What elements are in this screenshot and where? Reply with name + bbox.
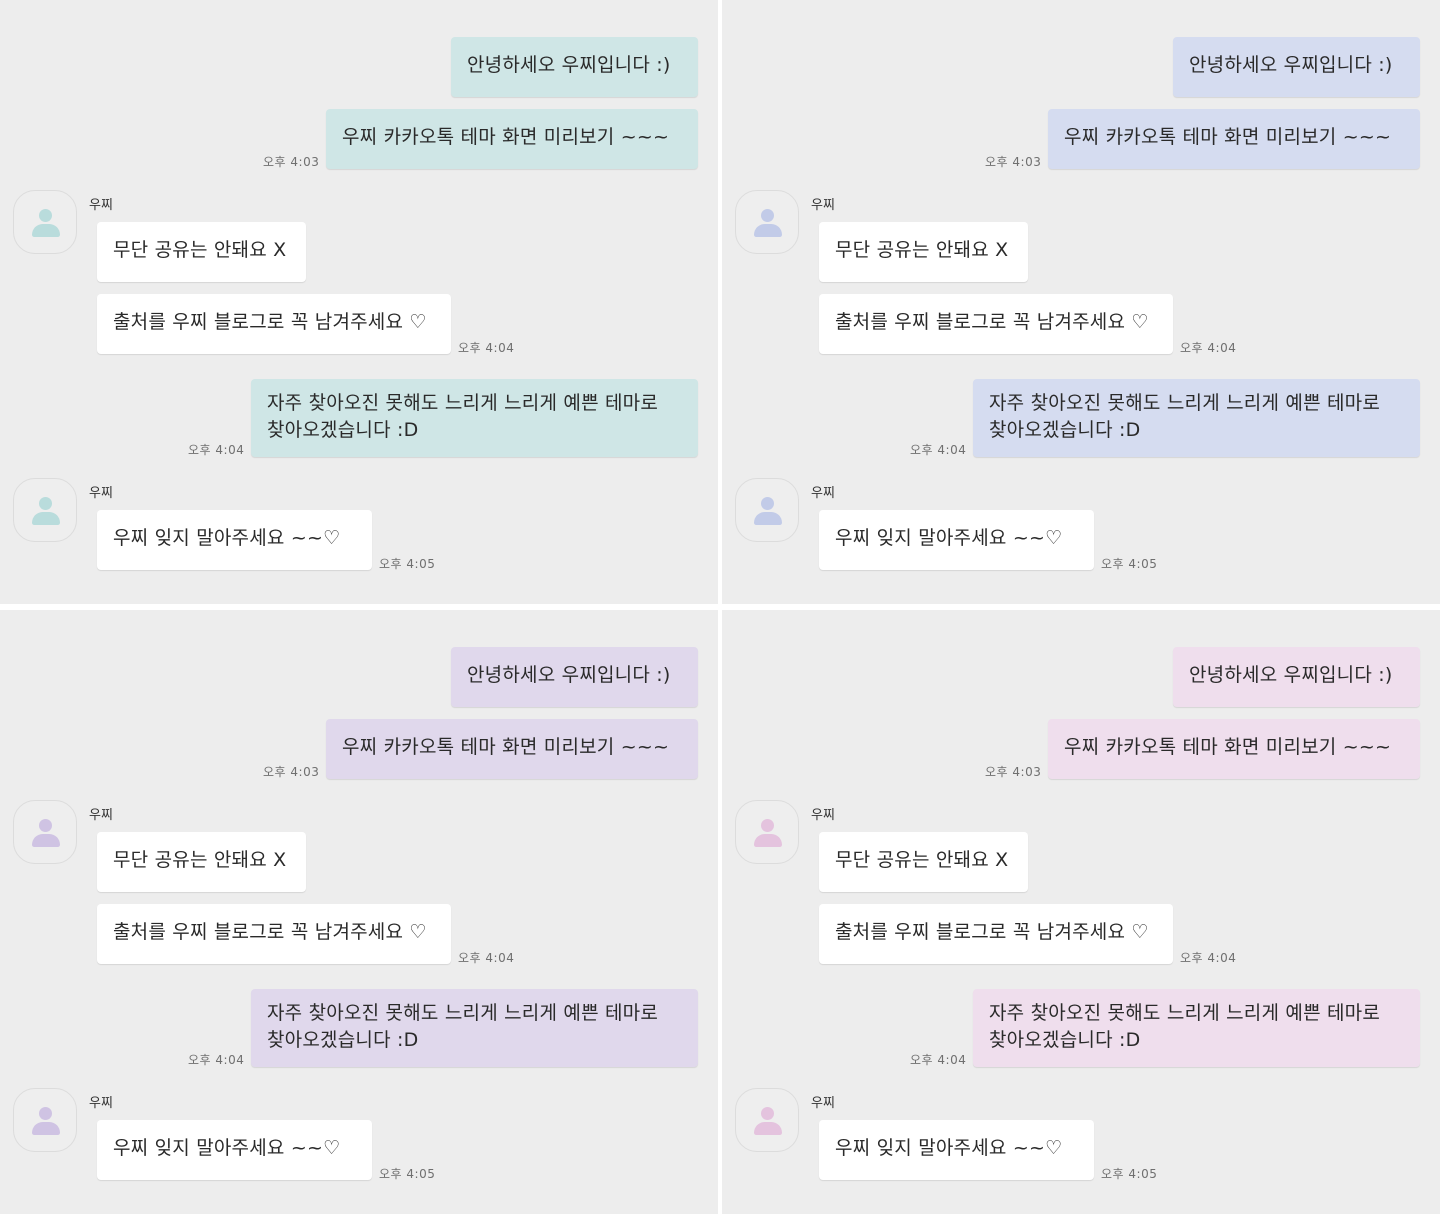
message-line: 자주 찾아오진 못해도 느리게 느리게 예쁜 테마로 [989, 1002, 1381, 1024]
person-body-icon [32, 1122, 60, 1135]
chat-preview-panel-periwinkle: 안녕하세오 우찌입니다 :) 우찌 카카오톡 테마 화면 미리보기 ~~~ 오후… [722, 0, 1440, 604]
person-body-icon [32, 834, 60, 847]
incoming-message[interactable]: 출처를 우찌 블로그로 꼭 남겨주세요 ♡ [819, 904, 1173, 964]
person-body-icon [32, 224, 60, 237]
message-line: 자주 찾아오진 못해도 느리게 느리게 예쁜 테마로 [267, 1002, 659, 1024]
theme-preview-grid: 안녕하세오 우찌입니다 :) 우찌 카카오톡 테마 화면 미리보기 ~~~ 오후… [0, 0, 1440, 1222]
sender-name: 우찌 [89, 1096, 113, 1111]
message-timestamp: 오후 4:05 [379, 1167, 436, 1181]
person-head-icon [761, 819, 774, 832]
message-timestamp: 오후 4:04 [1180, 341, 1237, 355]
message-timestamp: 오후 4:03 [985, 765, 1042, 779]
outgoing-message[interactable]: 우찌 카카오톡 테마 화면 미리보기 ~~~ [1048, 719, 1420, 779]
incoming-message[interactable]: 출처를 우찌 블로그로 꼭 남겨주세요 ♡ [819, 294, 1173, 354]
person-body-icon [32, 512, 60, 525]
chat-preview-panel-lavender: 안녕하세오 우찌입니다 :) 우찌 카카오톡 테마 화면 미리보기 ~~~ 오후… [0, 610, 718, 1214]
message-line: 찾아오겠습니다 :D [989, 419, 1141, 441]
sender-name: 우찌 [811, 1096, 835, 1111]
person-head-icon [39, 209, 52, 222]
sender-name: 우찌 [811, 808, 835, 823]
message-timestamp: 오후 4:04 [188, 1053, 245, 1067]
message-timestamp: 오후 4:03 [985, 155, 1042, 169]
outgoing-message[interactable]: 자주 찾아오진 못해도 느리게 느리게 예쁜 테마로 찾아오겠습니다 :D [973, 989, 1420, 1067]
outgoing-message[interactable]: 안녕하세오 우찌입니다 :) [1173, 647, 1420, 707]
message-timestamp: 오후 4:05 [1101, 557, 1158, 571]
person-body-icon [754, 834, 782, 847]
outgoing-message[interactable]: 우찌 카카오톡 테마 화면 미리보기 ~~~ [326, 719, 698, 779]
profile-avatar[interactable] [13, 478, 77, 542]
sender-name: 우찌 [811, 198, 835, 213]
profile-avatar[interactable] [735, 190, 799, 254]
person-head-icon [39, 819, 52, 832]
outgoing-message[interactable]: 자주 찾아오진 못해도 느리게 느리게 예쁜 테마로 찾아오겠습니다 :D [973, 379, 1420, 457]
incoming-message[interactable]: 우찌 잊지 말아주세요 ~~♡ [97, 1120, 372, 1180]
horizontal-divider [0, 606, 1440, 610]
person-head-icon [39, 497, 52, 510]
message-timestamp: 오후 4:04 [910, 443, 967, 457]
outgoing-message[interactable]: 자주 찾아오진 못해도 느리게 느리게 예쁜 테마로 찾아오겠습니다 :D [251, 989, 698, 1067]
outgoing-message[interactable]: 안녕하세오 우찌입니다 :) [451, 37, 698, 97]
incoming-message[interactable]: 우찌 잊지 말아주세요 ~~♡ [97, 510, 372, 570]
profile-avatar[interactable] [13, 800, 77, 864]
message-timestamp: 오후 4:04 [458, 951, 515, 965]
person-head-icon [761, 209, 774, 222]
incoming-message[interactable]: 무단 공유는 안돼요 X [819, 832, 1028, 892]
message-timestamp: 오후 4:04 [188, 443, 245, 457]
message-line: 자주 찾아오진 못해도 느리게 느리게 예쁜 테마로 [989, 392, 1381, 414]
person-head-icon [761, 497, 774, 510]
profile-avatar[interactable] [735, 478, 799, 542]
message-line: 찾아오겠습니다 :D [989, 1029, 1141, 1051]
person-body-icon [754, 224, 782, 237]
sender-name: 우찌 [89, 198, 113, 213]
person-body-icon [754, 1122, 782, 1135]
incoming-message[interactable]: 출처를 우찌 블로그로 꼭 남겨주세요 ♡ [97, 904, 451, 964]
sender-name: 우찌 [89, 808, 113, 823]
profile-avatar[interactable] [13, 190, 77, 254]
incoming-message[interactable]: 출처를 우찌 블로그로 꼭 남겨주세요 ♡ [97, 294, 451, 354]
message-timestamp: 오후 4:05 [1101, 1167, 1158, 1181]
message-timestamp: 오후 4:04 [458, 341, 515, 355]
incoming-message[interactable]: 우찌 잊지 말아주세요 ~~♡ [819, 510, 1094, 570]
incoming-message[interactable]: 무단 공유는 안돼요 X [97, 832, 306, 892]
profile-avatar[interactable] [735, 1088, 799, 1152]
message-timestamp: 오후 4:03 [263, 155, 320, 169]
person-head-icon [761, 1107, 774, 1120]
profile-avatar[interactable] [735, 800, 799, 864]
incoming-message[interactable]: 무단 공유는 안돼요 X [819, 222, 1028, 282]
outgoing-message[interactable]: 안녕하세오 우찌입니다 :) [1173, 37, 1420, 97]
message-line: 자주 찾아오진 못해도 느리게 느리게 예쁜 테마로 [267, 392, 659, 414]
incoming-message[interactable]: 우찌 잊지 말아주세요 ~~♡ [819, 1120, 1094, 1180]
incoming-message[interactable]: 무단 공유는 안돼요 X [97, 222, 306, 282]
outgoing-message[interactable]: 우찌 카카오톡 테마 화면 미리보기 ~~~ [326, 109, 698, 169]
person-head-icon [39, 1107, 52, 1120]
profile-avatar[interactable] [13, 1088, 77, 1152]
message-timestamp: 오후 4:04 [1180, 951, 1237, 965]
sender-name: 우찌 [811, 486, 835, 501]
outgoing-message[interactable]: 자주 찾아오진 못해도 느리게 느리게 예쁜 테마로 찾아오겠습니다 :D [251, 379, 698, 457]
vertical-divider [719, 0, 722, 1222]
message-timestamp: 오후 4:05 [379, 557, 436, 571]
message-timestamp: 오후 4:03 [263, 765, 320, 779]
outgoing-message[interactable]: 우찌 카카오톡 테마 화면 미리보기 ~~~ [1048, 109, 1420, 169]
outgoing-message[interactable]: 안녕하세오 우찌입니다 :) [451, 647, 698, 707]
person-body-icon [754, 512, 782, 525]
chat-preview-panel-pink: 안녕하세오 우찌입니다 :) 우찌 카카오톡 테마 화면 미리보기 ~~~ 오후… [722, 610, 1440, 1214]
sender-name: 우찌 [89, 486, 113, 501]
message-line: 찾아오겠습니다 :D [267, 419, 419, 441]
chat-preview-panel-mint: 안녕하세오 우찌입니다 :) 우찌 카카오톡 테마 화면 미리보기 ~~~ 오후… [0, 0, 718, 604]
message-line: 찾아오겠습니다 :D [267, 1029, 419, 1051]
message-timestamp: 오후 4:04 [910, 1053, 967, 1067]
